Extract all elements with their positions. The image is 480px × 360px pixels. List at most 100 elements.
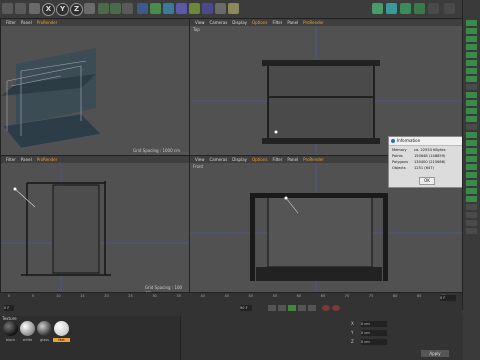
object-row[interactable] <box>466 220 477 226</box>
object-row[interactable] <box>466 108 477 114</box>
array-icon[interactable] <box>176 3 187 14</box>
render-picture-icon[interactable] <box>110 3 121 14</box>
timeline[interactable]: 051015202530354045505560657075808590 0 F… <box>0 292 462 317</box>
object-row[interactable] <box>466 100 477 106</box>
material-manager: Texture black white glass Mat <box>0 316 180 360</box>
start-frame-field[interactable]: 0 F <box>4 305 14 311</box>
deformer-icon[interactable] <box>189 3 200 14</box>
layout-icon-2[interactable] <box>386 3 397 14</box>
prev-frame-icon[interactable] <box>278 305 286 311</box>
timeline-tick-label: 55 <box>272 294 278 298</box>
object-row[interactable] <box>466 116 477 122</box>
object-row[interactable] <box>466 180 477 186</box>
last-frame-icon[interactable] <box>308 305 316 311</box>
dialog-title-bar: Information <box>389 137 463 146</box>
menu-filter[interactable]: Filter <box>272 20 282 25</box>
menu-display[interactable]: Display <box>232 20 247 25</box>
object-row[interactable] <box>466 228 477 234</box>
undo-icon[interactable] <box>2 3 13 14</box>
cube-icon[interactable] <box>137 3 148 14</box>
menu-filter[interactable]: Filter <box>6 157 16 162</box>
layout-icon-3[interactable] <box>400 3 411 14</box>
y-axis-button[interactable]: Y <box>56 3 69 16</box>
coordinate-system-icon[interactable] <box>84 3 95 14</box>
menu-prorender[interactable]: ProRender <box>37 157 58 162</box>
menu-prorender[interactable]: ProRender <box>303 157 324 162</box>
object-row[interactable] <box>466 212 477 218</box>
menu-cameras[interactable]: Cameras <box>210 157 228 162</box>
object-row[interactable] <box>466 52 477 58</box>
object-row[interactable] <box>466 84 477 90</box>
next-frame-icon[interactable] <box>298 305 306 311</box>
object-row[interactable] <box>466 124 477 130</box>
light-icon[interactable] <box>228 3 239 14</box>
menu-prorender[interactable]: ProRender <box>37 20 58 25</box>
autokey-icon[interactable] <box>332 305 340 311</box>
object-row[interactable] <box>466 172 477 178</box>
object-row[interactable] <box>466 92 477 98</box>
first-frame-icon[interactable] <box>268 305 276 311</box>
nurbs-icon[interactable] <box>163 3 174 14</box>
current-frame-field[interactable]: 0 F <box>440 295 456 301</box>
menu-panel[interactable]: Panel <box>287 157 298 162</box>
object-row[interactable] <box>466 28 477 34</box>
menu-view[interactable]: View <box>195 20 205 25</box>
spline-icon[interactable] <box>150 3 161 14</box>
material-mat-swatch[interactable] <box>54 321 69 336</box>
render-settings-icon[interactable] <box>122 3 133 14</box>
redo-icon[interactable] <box>15 3 26 14</box>
object-row[interactable] <box>466 196 477 202</box>
object-row[interactable] <box>466 68 477 74</box>
truss-top <box>262 60 380 66</box>
play-icon[interactable] <box>288 305 296 311</box>
menu-cameras[interactable]: Cameras <box>210 20 228 25</box>
layout-icon-1[interactable] <box>372 3 383 14</box>
timeline-ruler[interactable]: 051015202530354045505560657075808590 <box>8 294 453 302</box>
coord-x-field[interactable]: 0 cm <box>361 321 387 327</box>
coord-label-y: Y <box>351 330 354 335</box>
viewport-perspective[interactable]: Filter Panel ProRender Grid Spacing : 1000… <box>0 18 190 157</box>
menu-filter[interactable]: Filter <box>272 157 282 162</box>
menu-filter[interactable]: Filter <box>6 20 16 25</box>
layout-icon-4[interactable] <box>414 3 425 14</box>
layout-icon-6[interactable] <box>444 3 455 14</box>
object-row[interactable] <box>466 20 477 26</box>
viewport-right[interactable]: Filter Panel ProRender Grid Spacing : 100 … <box>0 155 190 294</box>
menu-panel[interactable]: Panel <box>21 20 32 25</box>
layout-icon-5[interactable] <box>428 3 439 14</box>
object-row[interactable] <box>466 60 477 66</box>
coord-y-field[interactable]: 0 cm <box>361 330 387 336</box>
menu-options[interactable]: Options <box>252 157 267 162</box>
object-row[interactable] <box>466 76 477 82</box>
object-row[interactable] <box>466 36 477 42</box>
object-row[interactable] <box>466 188 477 194</box>
record-icon[interactable] <box>322 305 330 311</box>
object-row[interactable] <box>466 204 477 210</box>
select-icon[interactable] <box>29 3 40 14</box>
object-row[interactable] <box>466 148 477 154</box>
menu-options[interactable]: Options <box>252 20 267 25</box>
material-glass-swatch[interactable] <box>37 321 52 336</box>
z-axis-button[interactable]: Z <box>70 3 83 16</box>
coord-z-field[interactable]: 0 cm <box>361 339 387 345</box>
menu-view[interactable]: View <box>195 157 205 162</box>
menu-panel[interactable]: Panel <box>21 157 32 162</box>
scene-icon[interactable] <box>202 3 213 14</box>
material-white-swatch[interactable] <box>20 321 35 336</box>
material-black-swatch[interactable] <box>3 321 18 336</box>
object-row[interactable] <box>466 132 477 138</box>
ok-button[interactable]: OK <box>419 177 435 185</box>
camera-icon[interactable] <box>215 3 226 14</box>
object-row[interactable] <box>466 164 477 170</box>
object-row[interactable] <box>466 44 477 50</box>
x-axis-button[interactable]: X <box>42 3 55 16</box>
render-view-icon[interactable] <box>98 3 109 14</box>
object-row[interactable] <box>466 140 477 146</box>
information-dialog: Information Memory ca. 22553 KBytes Point… <box>388 136 464 188</box>
object-row[interactable] <box>466 156 477 162</box>
end-frame-field[interactable]: 90 F <box>240 305 252 311</box>
menu-display[interactable]: Display <box>232 157 247 162</box>
menu-prorender[interactable]: ProRender <box>303 20 324 25</box>
menu-panel[interactable]: Panel <box>287 20 298 25</box>
apply-button[interactable]: Apply <box>421 350 449 357</box>
